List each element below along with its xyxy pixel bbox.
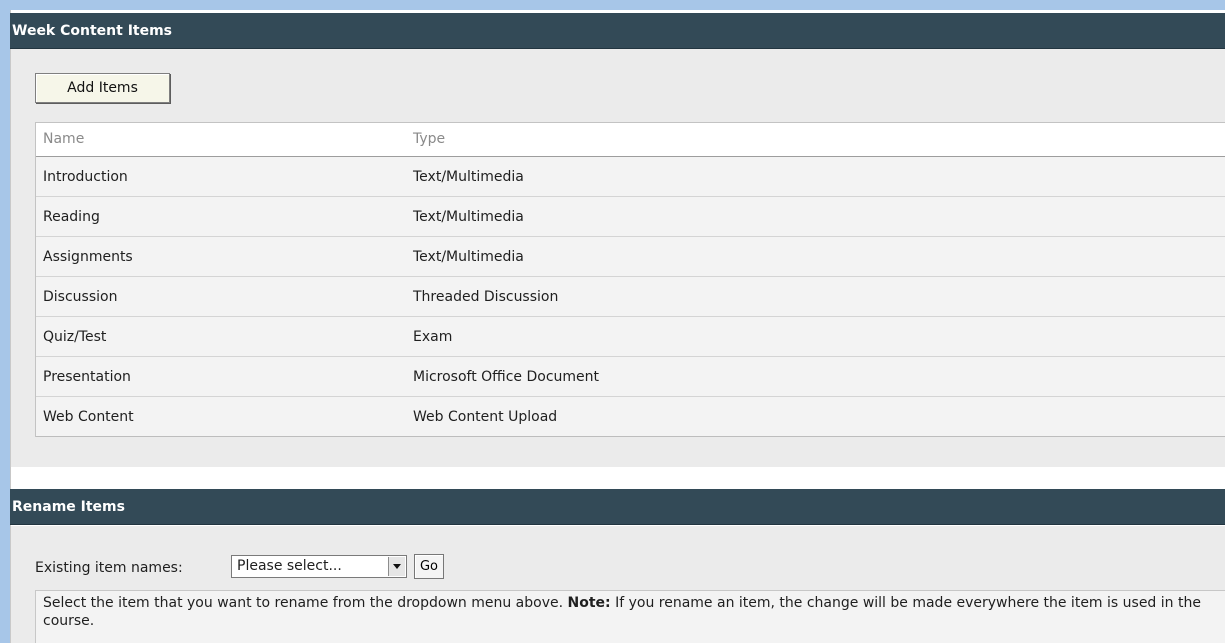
table-row[interactable]: Presentation Microsoft Office Document xyxy=(36,357,1225,397)
rename-note: Select the item that you want to rename … xyxy=(35,590,1225,643)
item-type: Microsoft Office Document xyxy=(413,369,600,385)
item-type: Text/Multimedia xyxy=(413,209,524,225)
column-header-name[interactable]: Name xyxy=(36,123,405,156)
item-type: Exam xyxy=(413,329,453,345)
note-label: Note: xyxy=(567,595,611,611)
item-type: Text/Multimedia xyxy=(413,169,524,185)
rename-items-header: Rename Items xyxy=(10,489,1225,525)
rename-items-title: Rename Items xyxy=(12,499,125,515)
table-row[interactable]: Web Content Web Content Upload xyxy=(36,397,1225,437)
item-type: Threaded Discussion xyxy=(413,289,559,305)
item-type: Text/Multimedia xyxy=(413,249,524,265)
item-name[interactable]: Introduction xyxy=(36,157,405,196)
week-content-title: Week Content Items xyxy=(12,23,173,39)
item-name[interactable]: Presentation xyxy=(36,357,405,396)
note-intro: Select the item that you want to rename … xyxy=(43,595,564,611)
week-content-header: Week Content Items xyxy=(10,13,1225,49)
item-name[interactable]: Assignments xyxy=(36,237,405,276)
add-items-button[interactable]: Add Items xyxy=(35,73,170,103)
item-name[interactable]: Discussion xyxy=(36,277,405,316)
item-name[interactable]: Reading xyxy=(36,197,405,236)
select-value: Please select... xyxy=(237,558,342,574)
item-name[interactable]: Quiz/Test xyxy=(36,317,405,356)
column-header-type[interactable]: Type xyxy=(405,123,1225,156)
dropdown-arrow-icon[interactable] xyxy=(388,557,405,576)
table-header-row: Name Type xyxy=(36,123,1225,157)
table-row[interactable]: Introduction Text/Multimedia xyxy=(36,157,1225,197)
table-row[interactable]: Reading Text/Multimedia xyxy=(36,197,1225,237)
existing-item-names-label: Existing item names: xyxy=(35,560,183,576)
table-row[interactable]: Discussion Threaded Discussion xyxy=(36,277,1225,317)
item-type: Web Content Upload xyxy=(413,409,558,425)
table-row[interactable]: Quiz/Test Exam xyxy=(36,317,1225,357)
go-button[interactable]: Go xyxy=(414,554,444,579)
item-name[interactable]: Web Content xyxy=(36,397,405,436)
existing-items-select[interactable]: Please select... xyxy=(231,555,407,578)
content-items-table: Name Type Introduction Text/Multimedia R… xyxy=(35,122,1225,437)
table-row[interactable]: Assignments Text/Multimedia xyxy=(36,237,1225,277)
